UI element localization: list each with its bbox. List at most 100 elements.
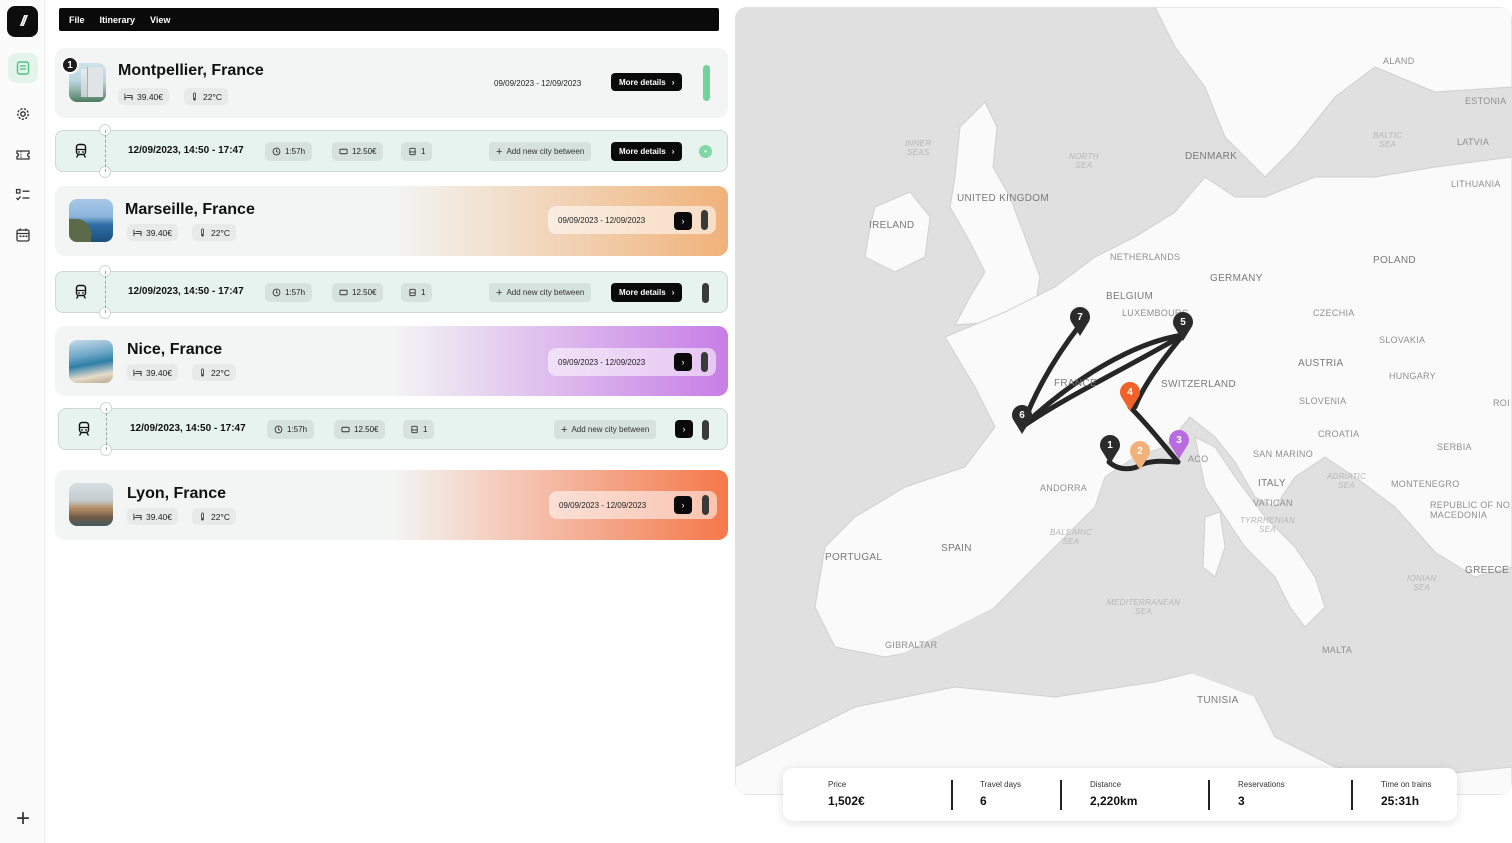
train-row[interactable]: 12/09/2023, 14:50 - 17:47 1:57h 12.50€ 1… [55,265,728,319]
train-more-details-button[interactable]: More details › [611,283,683,302]
map-label-uk: UNITED KINGDOM [957,193,1049,204]
map-pin-icon: 7 [1070,307,1090,336]
drag-handle[interactable] [702,283,709,303]
add-city-label: Add new city between [506,147,585,156]
itinerary-nav-button[interactable] [8,53,38,83]
map-label-balticsea: BALTIC SEA [1373,131,1403,149]
date-range: 09/09/2023 - 12/09/2023 [494,79,582,88]
tickets-nav-button[interactable] [8,140,38,170]
map-label-latvia: LATVIA [1457,137,1490,147]
city-thumbnail [69,199,113,242]
train-more-details-button[interactable]: More details › [611,142,683,161]
seat-icon [411,425,418,434]
train-time: 12/09/2023, 14:50 - 17:47 [130,423,246,434]
thermometer-icon [201,512,204,521]
menu-file[interactable]: File [69,15,85,25]
app-logo[interactable]: // [7,6,38,37]
map-label-montenegro: MONTENEGRO [1391,479,1460,489]
city-card-lyon[interactable]: Lyon, France 39.40€ 22°C 09/09/2023 - 12… [55,470,728,540]
drag-handle[interactable] [702,420,709,440]
map-label-andorra: ANDORRA [1040,483,1088,493]
city-name: Lyon, France [127,485,226,502]
map-label-poland: POLAND [1373,255,1416,266]
map-label-italy: ITALY [1258,478,1286,489]
map-label-czechia: CZECHIA [1313,308,1355,318]
duration-value: 1:57h [285,288,306,297]
train-row[interactable]: 12/09/2023, 14:50 - 17:47 1:57h 12.50€ 1… [58,402,728,456]
temp-chip: 22°C [192,364,236,381]
train-icon [78,421,90,436]
map-label-balearicsea: BALEARIC SEA [1050,528,1092,546]
more-details-button[interactable]: More details › [611,73,683,91]
thermometer-icon [201,228,204,237]
thermometer-icon [201,368,204,377]
train-row[interactable]: 12/09/2023, 14:50 - 17:47 1:57h 12.50€ 1… [55,124,728,178]
pin-label: 1 [1107,440,1113,451]
add-button[interactable]: + [8,804,38,834]
gear-icon [17,108,29,120]
stat-label: Reservations [1238,780,1285,789]
ticket-icon [341,426,350,433]
more-details-label: More details [619,77,666,87]
calendar-nav-button[interactable] [8,220,38,250]
add-city-between-button[interactable]: + Add new city between [489,142,592,161]
city-card-nice[interactable]: Nice, France 39.40€ 22°C 09/09/2023 - 12… [55,326,728,396]
map-label-serbia: SERBIA [1437,442,1472,452]
menu-view[interactable]: View [150,15,170,25]
checklist-nav-button[interactable] [8,180,38,210]
price-value: 39.40€ [146,511,172,522]
ticket-divider [105,271,106,313]
bed-icon [133,229,142,237]
seats-chip: 1 [401,142,433,161]
seats-value: 1 [421,147,426,156]
more-details-label: More details [619,147,666,156]
add-city-between-button[interactable]: + Add new city between [554,420,657,439]
drag-handle[interactable] [702,495,709,515]
menu-itinerary[interactable]: Itinerary [100,15,136,25]
stat-label: Time on trains [1381,780,1432,789]
chevron-right-icon: › [681,357,685,367]
city-card-montpellier[interactable]: Montpellier, France 39.40€ 22°C 09/09/20… [55,48,728,118]
bed-icon [124,93,133,101]
map-label-macedonia: REPUBLIC OF NO MACEDONIA [1430,500,1511,520]
clock-icon [274,425,283,434]
pin-label: 5 [1180,317,1186,328]
drag-handle[interactable] [701,352,708,372]
settings-nav-button[interactable] [8,99,38,129]
temp-value: 22°C [203,91,222,102]
map-label-lithuania: LITHUANIA [1451,179,1501,189]
open-city-button[interactable]: › [674,353,692,371]
map-label-innerseas: INNER SEAS [905,139,932,157]
bed-icon [133,513,142,521]
more-details-label: More details [619,288,666,297]
plus-icon: + [561,423,568,436]
drag-handle[interactable] [701,210,708,230]
map-label-adriaticsea: ADRIATIC SEA [1327,472,1367,490]
add-city-between-button[interactable]: + Add new city between [489,283,592,302]
stat-price: Price 1,502€ [828,780,865,808]
pin-label: 6 [1019,410,1025,421]
city-card-marseille[interactable]: Marseille, France 39.40€ 22°C 09/09/2023… [55,186,728,256]
date-range-text: 09/09/2023 - 12/09/2023 [558,357,646,367]
map-pin-icon: 2 [1130,441,1150,470]
map-label-gibraltar: GIBRALTAR [885,640,938,650]
map-label-slovakia: SLOVAKIA [1379,335,1426,345]
stat-value: 6 [980,794,987,808]
stat-divider [951,780,953,810]
ticket-divider [105,130,106,172]
ticket-icon [16,150,30,160]
price-value: 39.40€ [137,91,163,102]
map-label-spain: SPAIN [941,543,972,554]
map-pin-icon: 6 [1012,405,1032,434]
train-icon [75,143,87,158]
document-icon [16,61,30,75]
map[interactable]: ALAND ESTONIA LATVIA LITHUANIA DENMARK U… [735,7,1512,795]
clock-icon [272,288,281,297]
open-city-button[interactable]: › [674,496,692,514]
open-city-button[interactable]: › [674,212,692,230]
seats-value: 1 [421,288,426,297]
train-price-value: 12.50€ [352,288,377,297]
pin-label: 7 [1077,312,1083,323]
map-label-switzerland: SWITZERLAND [1161,379,1236,390]
train-open-button[interactable]: › [675,420,693,438]
